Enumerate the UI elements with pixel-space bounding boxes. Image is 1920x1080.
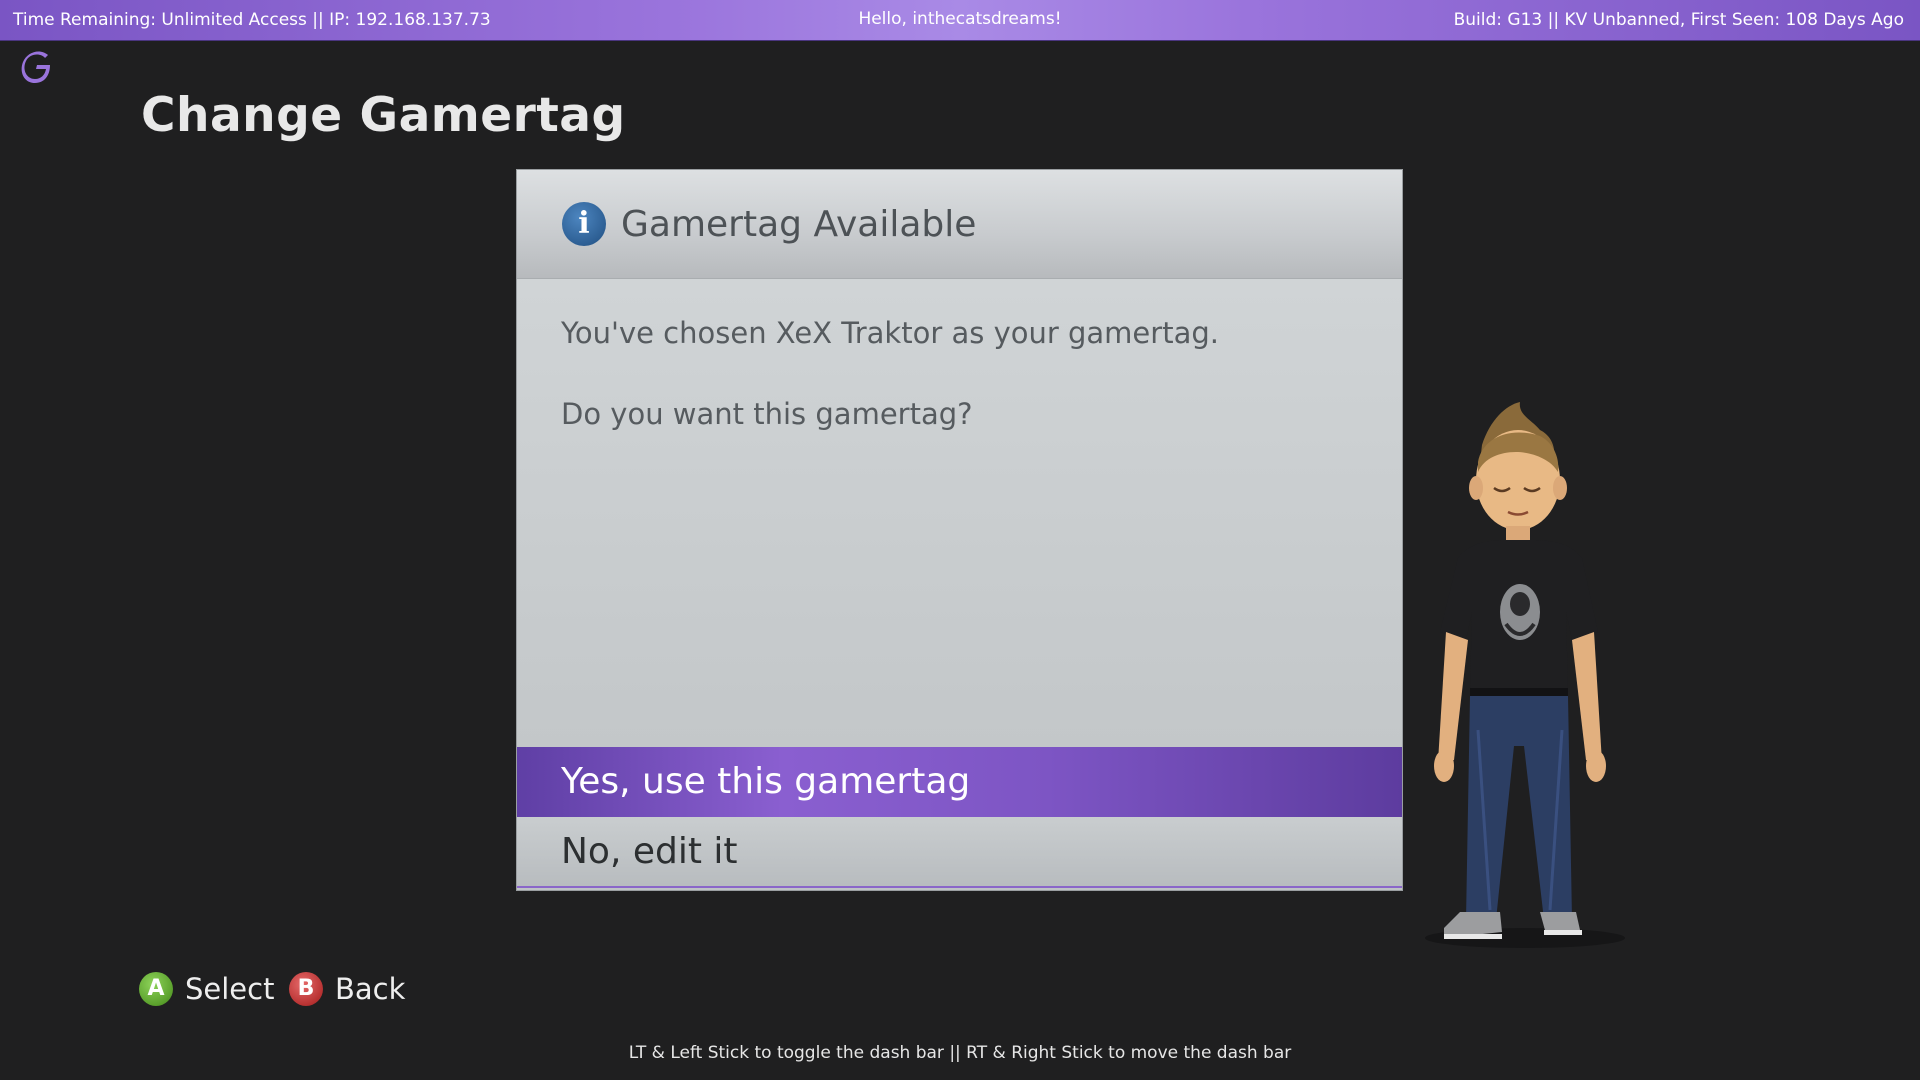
- dialog-message-line2: Do you want this gamertag?: [561, 397, 973, 431]
- a-button-icon: A: [139, 972, 173, 1006]
- dashboard-screen: Time Remaining: Unlimited Access || IP: …: [0, 0, 1920, 1080]
- info-icon: i: [562, 202, 606, 246]
- no-edit-option[interactable]: No, edit it: [517, 817, 1402, 888]
- select-hint[interactable]: A Select: [139, 972, 274, 1006]
- yes-use-gamertag-option[interactable]: Yes, use this gamertag: [517, 747, 1402, 817]
- dialog-title: Gamertag Available: [621, 204, 977, 245]
- back-label: Back: [335, 972, 406, 1006]
- g-logo-icon: [20, 50, 52, 84]
- page-title: Change Gamertag: [141, 88, 626, 143]
- gamertag-dialog: i Gamertag Available You've chosen XeX T…: [517, 170, 1402, 890]
- select-label: Select: [185, 972, 275, 1006]
- avatar: [1420, 400, 1635, 950]
- back-hint[interactable]: B Back: [289, 972, 405, 1006]
- dash-bar-hint: LT & Left Stick to toggle the dash bar |…: [628, 1043, 1292, 1063]
- status-right-text: Build: G13 || KV Unbanned, First Seen: 1…: [1453, 10, 1904, 30]
- b-button-icon: B: [289, 972, 323, 1006]
- dialog-header: i Gamertag Available: [517, 170, 1402, 279]
- status-bar: Time Remaining: Unlimited Access || IP: …: [0, 0, 1920, 41]
- dialog-message-line1: You've chosen XeX Traktor as your gamert…: [561, 316, 1219, 350]
